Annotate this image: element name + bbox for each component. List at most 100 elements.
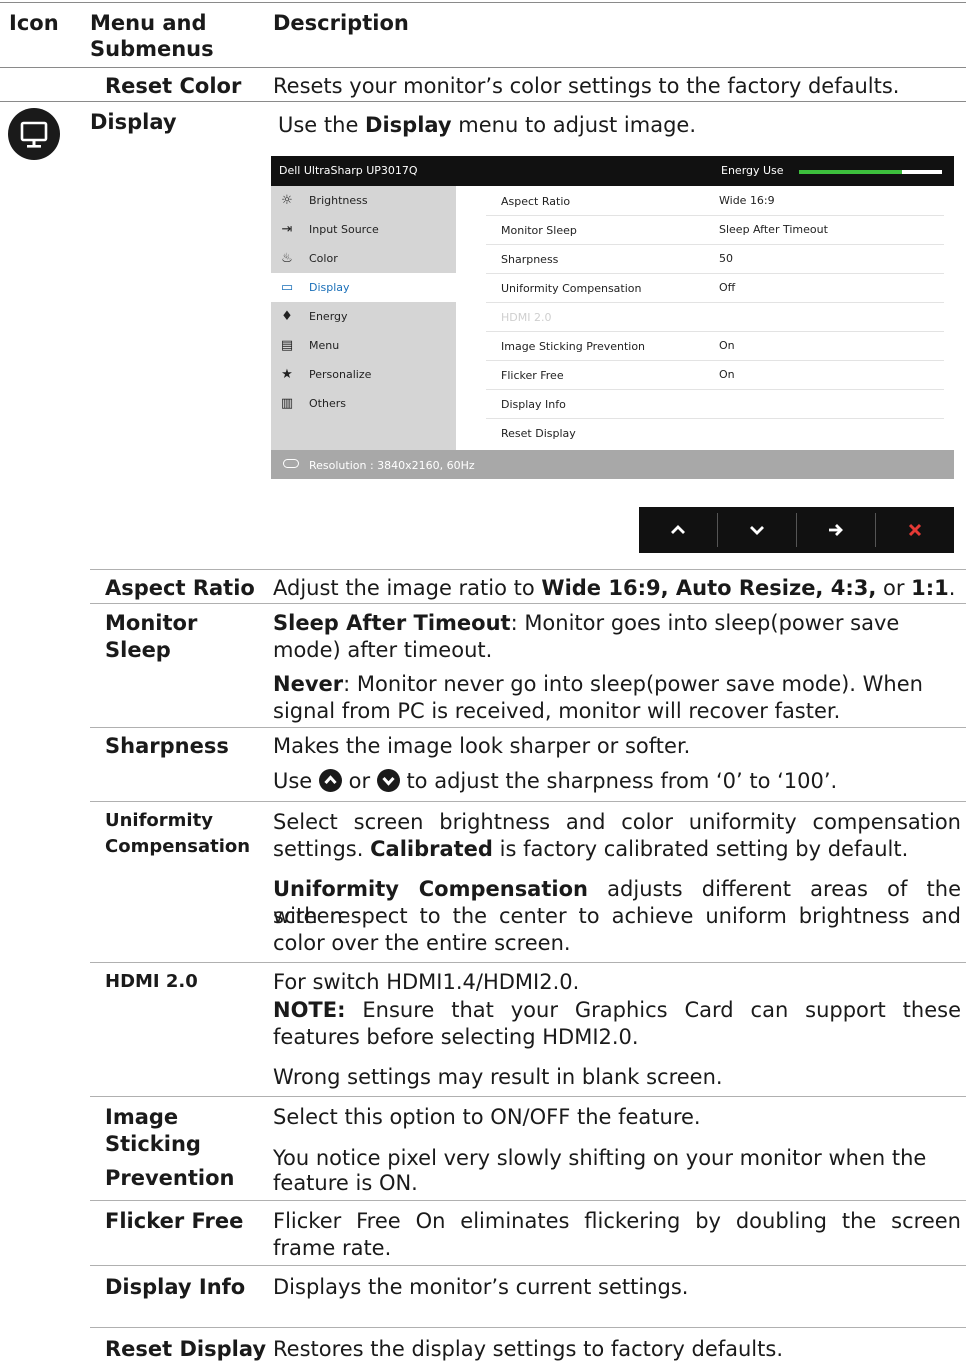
- display-desc: Use the Display menu to adjust image.: [278, 113, 697, 137]
- osd-menu-energy[interactable]: ♦ Energy: [271, 302, 456, 331]
- osd-row-key: Sharpness: [501, 253, 559, 266]
- color-icon: ♨: [281, 251, 293, 266]
- osd-menu-display[interactable]: ▭ Display: [271, 273, 456, 302]
- row-rule: [90, 1096, 966, 1097]
- osd-menu-menu[interactable]: ▤ Menu: [271, 331, 456, 360]
- menu-icon: ▤: [280, 338, 294, 353]
- uniformity-desc-2: settings. Calibrated is factory calibrat…: [273, 837, 909, 861]
- row-rule: [90, 1265, 966, 1266]
- osd-row-flicker-free[interactable]: Flicker Free On: [486, 360, 944, 390]
- close-icon: [908, 523, 922, 537]
- osd-menu-personalize[interactable]: ★ Personalize: [271, 360, 456, 389]
- input-source-icon: ⇥: [281, 222, 293, 237]
- uniformity-desc-1: Select screen brightness and color unifo…: [273, 810, 961, 834]
- up-circle-icon: [318, 769, 342, 792]
- osd-menu-color[interactable]: ♨ Color: [271, 244, 456, 273]
- osd-row-key: Flicker Free: [501, 369, 564, 382]
- osd-row-key: HDMI 2.0: [501, 311, 552, 324]
- flicker-free-desc-1: Flicker Free On eliminates flickering by…: [273, 1209, 961, 1233]
- osd-row-hdmi: HDMI 2.0: [486, 302, 944, 332]
- aspect-ratio-name: Aspect Ratio: [105, 576, 255, 600]
- reset-display-name: Reset Display: [105, 1337, 267, 1361]
- reset-display-desc: Restores the display settings to factory…: [273, 1337, 783, 1361]
- image-sticking-name-2: Sticking: [105, 1132, 201, 1156]
- hdmi-desc-3: features before selecting HDMI2.0.: [273, 1025, 639, 1049]
- osd-row-image-sticking[interactable]: Image Sticking Prevention On: [486, 331, 944, 361]
- osd-row-value: Off: [719, 281, 736, 294]
- osd-row-value: On: [719, 339, 735, 352]
- header-icon: Icon: [9, 11, 59, 35]
- osd-menu-others[interactable]: ▥ Others: [271, 389, 456, 418]
- osd-row-aspect-ratio[interactable]: Aspect Ratio Wide 16:9: [486, 186, 944, 216]
- display-name: Display: [90, 110, 177, 134]
- monitor-sleep-desc-3: Never: Monitor never go into sleep(power…: [273, 672, 923, 696]
- monitor-sleep-desc-2: mode) after timeout.: [273, 638, 493, 662]
- osd-row-uniformity[interactable]: Uniformity Compensation Off: [486, 273, 944, 303]
- exit-button[interactable]: [876, 507, 954, 553]
- osd-menu-label: Energy: [309, 310, 348, 323]
- osd-menu-label: Brightness: [309, 194, 368, 207]
- sharpness-desc-1: Makes the image look sharper or softer.: [273, 734, 691, 758]
- flicker-free-name: Flicker Free: [105, 1209, 244, 1233]
- osd-menu-label: Personalize: [309, 368, 372, 381]
- sharpness-name: Sharpness: [105, 734, 229, 758]
- header-rule: [0, 67, 966, 68]
- row-rule: [90, 962, 966, 963]
- osd-title-bar: Dell UltraSharp UP3017Q Energy Use: [271, 156, 954, 186]
- image-sticking-desc-3: feature is ON.: [273, 1171, 418, 1195]
- osd-footer: Resolution : 3840x2160, 60Hz: [271, 450, 954, 479]
- sharpness-desc-2: Use or to adjust the sharpness from ‘0’ …: [273, 769, 838, 793]
- header-description: Description: [273, 11, 409, 35]
- flicker-free-desc-2: frame rate.: [273, 1236, 392, 1260]
- osd-menu-brightness[interactable]: ☼ Brightness: [271, 186, 456, 215]
- chevron-down-icon: [750, 526, 764, 535]
- chevron-up-icon: [671, 525, 685, 534]
- monitor-sleep-name-2: Sleep: [105, 638, 171, 662]
- display-info-desc: Displays the monitor’s current settings.: [273, 1275, 689, 1299]
- resolution-text: Resolution : 3840x2160, 60Hz: [309, 459, 475, 472]
- osd-row-key: Monitor Sleep: [501, 224, 577, 237]
- row-rule: [90, 603, 966, 604]
- osd-menu-list: ☼ Brightness ⇥ Input Source ♨ Color ▭ Displa…: [271, 186, 456, 450]
- down-button[interactable]: [718, 507, 796, 553]
- brightness-icon: ☼: [281, 193, 293, 208]
- header-menu-line1: Menu and: [90, 11, 207, 35]
- energy-use-label: Energy Use: [721, 164, 784, 177]
- osd-row-sharpness[interactable]: Sharpness 50: [486, 244, 944, 274]
- osd-row-key: Image Sticking Prevention: [501, 340, 646, 353]
- image-sticking-name-3: Prevention: [105, 1166, 235, 1190]
- image-sticking-desc-2: You notice pixel very slowly shifting on…: [273, 1146, 927, 1170]
- display-monitor-icon: [8, 108, 60, 160]
- row-rule: [90, 727, 966, 728]
- osd-row-value: Wide 16:9: [719, 194, 775, 207]
- row-rule: [90, 1327, 966, 1328]
- osd-row-value: 50: [719, 252, 733, 265]
- others-icon: ▥: [280, 396, 294, 411]
- osd-row-key: Reset Display: [501, 427, 576, 440]
- star-icon: ★: [281, 367, 293, 382]
- header-menu-line2: Submenus: [90, 37, 214, 61]
- hdmi-desc-2: NOTE: Ensure that your Graphics Card can…: [273, 998, 961, 1022]
- image-sticking-desc-1: Select this option to ON/OFF the feature…: [273, 1105, 701, 1129]
- osd-row-display-info[interactable]: Display Info: [486, 389, 944, 419]
- up-button[interactable]: [639, 507, 717, 553]
- resolution-icon: [283, 459, 299, 468]
- image-sticking-name-1: Image: [105, 1105, 179, 1129]
- reset-color-desc: Resets your monitor’s color settings to …: [273, 74, 900, 98]
- osd-nav-buttons: [639, 507, 954, 553]
- osd-row-reset-display[interactable]: Reset Display: [486, 418, 944, 447]
- osd-menu-input-source[interactable]: ⇥ Input Source: [271, 215, 456, 244]
- energy-use-fill: [799, 170, 902, 174]
- down-circle-icon: [376, 769, 400, 792]
- osd-row-monitor-sleep[interactable]: Monitor Sleep Sleep After Timeout: [486, 215, 944, 245]
- table-top-rule: [0, 2, 966, 3]
- osd-row-value: Sleep After Timeout: [719, 223, 828, 236]
- osd-menu-label: Display: [309, 281, 350, 294]
- monitor-sleep-name-1: Monitor: [105, 611, 198, 635]
- next-button[interactable]: [797, 507, 875, 553]
- osd-menu-label: Others: [309, 397, 346, 410]
- osd-row-key: Uniformity Compensation: [501, 282, 642, 295]
- osd-title: Dell UltraSharp UP3017Q: [279, 164, 418, 177]
- row-rule: [90, 1200, 966, 1201]
- uniformity-desc-5: color over the entire screen.: [273, 931, 571, 955]
